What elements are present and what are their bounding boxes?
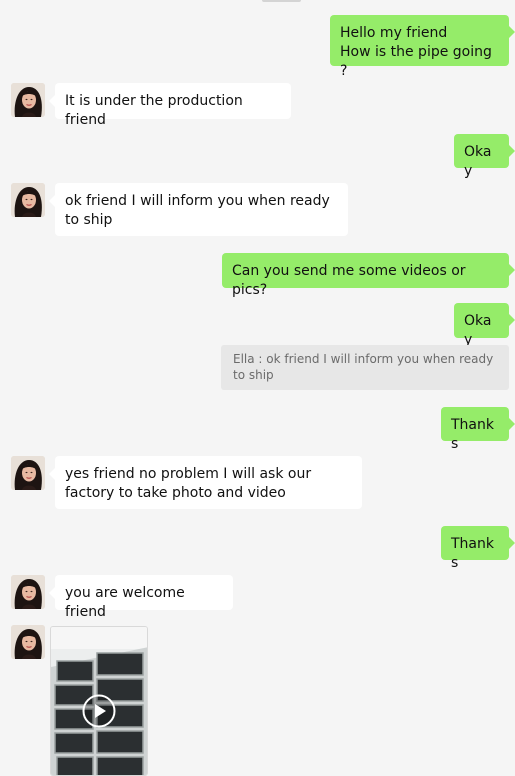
quoted-message[interactable]: Ella : ok friend I will inform you when … xyxy=(221,345,509,390)
contact-avatar[interactable] xyxy=(11,625,45,659)
avatar-image xyxy=(11,456,45,490)
contact-avatar[interactable] xyxy=(11,456,45,490)
avatar-image xyxy=(11,183,45,217)
message-bubble-outgoing[interactable]: Thanks xyxy=(441,407,515,452)
scroll-top-indicator xyxy=(262,0,301,2)
message-bubble-incoming[interactable]: you are welcome friend xyxy=(49,575,233,620)
message-bubble-outgoing[interactable]: Thanks xyxy=(441,526,515,571)
contact-avatar[interactable] xyxy=(11,83,45,117)
avatar-image xyxy=(11,625,45,659)
video-message-thumbnail[interactable] xyxy=(50,626,148,776)
contact-avatar[interactable] xyxy=(11,183,45,217)
message-bubble-incoming[interactable]: ok friend I will inform you when ready t… xyxy=(49,183,348,236)
message-bubble-outgoing[interactable]: Okay xyxy=(454,303,515,348)
message-bubble-outgoing[interactable]: Can you send me some videos or pics? xyxy=(222,253,515,298)
message-bubble-outgoing[interactable]: Hello my friend How is the pipe going ? xyxy=(330,15,515,79)
avatar-image xyxy=(11,575,45,609)
message-bubble-outgoing[interactable]: Okay xyxy=(454,134,515,179)
contact-avatar[interactable] xyxy=(11,575,45,609)
message-bubble-incoming[interactable]: yes friend no problem I will ask our fac… xyxy=(49,456,362,509)
play-icon[interactable] xyxy=(82,694,116,728)
message-bubble-incoming[interactable]: It is under the production friend xyxy=(49,83,291,128)
chat-message-list[interactable]: Hello my friend How is the pipe going ? … xyxy=(0,0,515,776)
avatar-image xyxy=(11,83,45,117)
